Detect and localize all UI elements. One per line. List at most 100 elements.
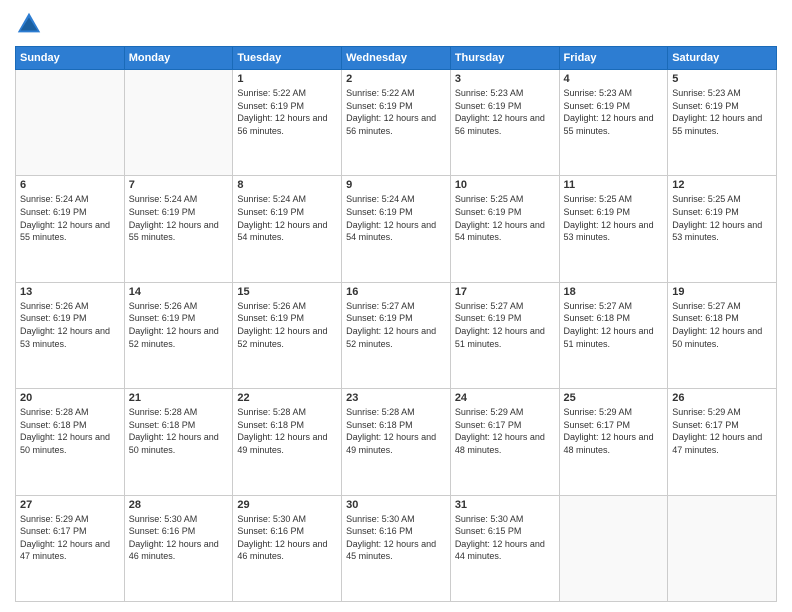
- day-info: Sunrise: 5:25 AMSunset: 6:19 PMDaylight:…: [455, 193, 555, 243]
- day-number: 16: [346, 286, 446, 298]
- day-number: 22: [237, 392, 337, 404]
- calendar-cell: 29 Sunrise: 5:30 AMSunset: 6:16 PMDayligh…: [233, 495, 342, 601]
- day-number: 7: [129, 179, 229, 191]
- day-info: Sunrise: 5:24 AMSunset: 6:19 PMDaylight:…: [20, 193, 120, 243]
- day-number: 14: [129, 286, 229, 298]
- day-info: Sunrise: 5:28 AMSunset: 6:18 PMDaylight:…: [346, 406, 446, 456]
- day-number: 13: [20, 286, 120, 298]
- calendar-cell: 15 Sunrise: 5:26 AMSunset: 6:19 PMDayligh…: [233, 282, 342, 388]
- day-number: 15: [237, 286, 337, 298]
- calendar-cell: 6 Sunrise: 5:24 AMSunset: 6:19 PMDaylight…: [16, 176, 125, 282]
- day-number: 2: [346, 73, 446, 85]
- day-number: 19: [672, 286, 772, 298]
- calendar-cell: 31Sunrise: 5:30 AMSunset: 6:15 PMDayligh…: [450, 495, 559, 601]
- day-number: 20: [20, 392, 120, 404]
- day-info: Sunrise: 5:30 AMSunset: 6:16 PMDaylight:…: [237, 513, 337, 563]
- day-number: 11: [564, 179, 664, 191]
- day-number: 5: [672, 73, 772, 85]
- page: SundayMondayTuesdayWednesdayThursdayFrid…: [0, 0, 792, 612]
- day-number: 21: [129, 392, 229, 404]
- day-number: 18: [564, 286, 664, 298]
- calendar-cell: 27 Sunrise: 5:29 AMSunset: 6:17 PMDayligh…: [16, 495, 125, 601]
- logo-icon: [15, 10, 43, 38]
- calendar-cell: 12 Sunrise: 5:25 AMSunset: 6:19 PMDayligh…: [668, 176, 777, 282]
- day-info: Sunrise: 5:27 AMSunset: 6:18 PMDaylight:…: [564, 300, 664, 350]
- day-info: Sunrise: 5:25 AMSunset: 6:19 PMDaylight:…: [672, 193, 772, 243]
- day-number: 29: [237, 499, 337, 511]
- day-number: 27: [20, 499, 120, 511]
- day-info: Sunrise: 5:26 AMSunset: 6:19 PMDaylight:…: [20, 300, 120, 350]
- calendar-cell: 1Sunrise: 5:22 AMSunset: 6:19 PMDaylight…: [233, 70, 342, 176]
- calendar-cell: 9Sunrise: 5:24 AMSunset: 6:19 PMDaylight…: [342, 176, 451, 282]
- calendar-cell: 21 Sunrise: 5:28 AMSunset: 6:18 PMDayligh…: [124, 389, 233, 495]
- calendar-cell: 14Sunrise: 5:26 AMSunset: 6:19 PMDayligh…: [124, 282, 233, 388]
- day-info: Sunrise: 5:24 AMSunset: 6:19 PMDaylight:…: [237, 193, 337, 243]
- weekday-header-tuesday: Tuesday: [233, 47, 342, 70]
- calendar-cell: 7 Sunrise: 5:24 AMSunset: 6:19 PMDaylight…: [124, 176, 233, 282]
- day-number: 30: [346, 499, 446, 511]
- calendar-cell: 5 Sunrise: 5:23 AMSunset: 6:19 PMDaylight…: [668, 70, 777, 176]
- day-number: 31: [455, 499, 555, 511]
- day-number: 4: [564, 73, 664, 85]
- calendar-cell: 2Sunrise: 5:22 AMSunset: 6:19 PMDaylight…: [342, 70, 451, 176]
- weekday-header-saturday: Saturday: [668, 47, 777, 70]
- calendar-cell: 19 Sunrise: 5:27 AMSunset: 6:18 PMDayligh…: [668, 282, 777, 388]
- day-info: Sunrise: 5:26 AMSunset: 6:19 PMDaylight:…: [237, 300, 337, 350]
- day-info: Sunrise: 5:30 AMSunset: 6:16 PMDaylight:…: [129, 513, 229, 563]
- calendar-week-row: 1Sunrise: 5:22 AMSunset: 6:19 PMDaylight…: [16, 70, 777, 176]
- weekday-header-row: SundayMondayTuesdayWednesdayThursdayFrid…: [16, 47, 777, 70]
- weekday-header-monday: Monday: [124, 47, 233, 70]
- day-number: 10: [455, 179, 555, 191]
- calendar-cell: 20 Sunrise: 5:28 AMSunset: 6:18 PMDayligh…: [16, 389, 125, 495]
- calendar-week-row: 13 Sunrise: 5:26 AMSunset: 6:19 PMDayligh…: [16, 282, 777, 388]
- day-number: 3: [455, 73, 555, 85]
- calendar-cell: 30Sunrise: 5:30 AMSunset: 6:16 PMDayligh…: [342, 495, 451, 601]
- day-info: Sunrise: 5:29 AMSunset: 6:17 PMDaylight:…: [455, 406, 555, 456]
- day-number: 12: [672, 179, 772, 191]
- day-number: 6: [20, 179, 120, 191]
- day-info: Sunrise: 5:25 AMSunset: 6:19 PMDaylight:…: [564, 193, 664, 243]
- day-info: Sunrise: 5:28 AMSunset: 6:18 PMDaylight:…: [129, 406, 229, 456]
- logo: [15, 10, 47, 38]
- day-info: Sunrise: 5:23 AMSunset: 6:19 PMDaylight:…: [564, 87, 664, 137]
- calendar-cell: [668, 495, 777, 601]
- calendar-cell: 4 Sunrise: 5:23 AMSunset: 6:19 PMDaylight…: [559, 70, 668, 176]
- calendar-cell: 23 Sunrise: 5:28 AMSunset: 6:18 PMDayligh…: [342, 389, 451, 495]
- day-info: Sunrise: 5:27 AMSunset: 6:18 PMDaylight:…: [672, 300, 772, 350]
- day-number: 24: [455, 392, 555, 404]
- calendar-cell: 10 Sunrise: 5:25 AMSunset: 6:19 PMDayligh…: [450, 176, 559, 282]
- day-info: Sunrise: 5:29 AMSunset: 6:17 PMDaylight:…: [672, 406, 772, 456]
- header: [15, 10, 777, 38]
- calendar-table: SundayMondayTuesdayWednesdayThursdayFrid…: [15, 46, 777, 602]
- day-number: 1: [237, 73, 337, 85]
- day-number: 26: [672, 392, 772, 404]
- calendar-week-row: 6 Sunrise: 5:24 AMSunset: 6:19 PMDaylight…: [16, 176, 777, 282]
- day-info: Sunrise: 5:27 AMSunset: 6:19 PMDaylight:…: [346, 300, 446, 350]
- calendar-week-row: 20 Sunrise: 5:28 AMSunset: 6:18 PMDayligh…: [16, 389, 777, 495]
- day-info: Sunrise: 5:27 AMSunset: 6:19 PMDaylight:…: [455, 300, 555, 350]
- day-number: 25: [564, 392, 664, 404]
- calendar-cell: [16, 70, 125, 176]
- calendar-cell: 28Sunrise: 5:30 AMSunset: 6:16 PMDayligh…: [124, 495, 233, 601]
- calendar-cell: 13 Sunrise: 5:26 AMSunset: 6:19 PMDayligh…: [16, 282, 125, 388]
- calendar-cell: 3Sunrise: 5:23 AMSunset: 6:19 PMDaylight…: [450, 70, 559, 176]
- day-number: 8: [237, 179, 337, 191]
- calendar-cell: 16 Sunrise: 5:27 AMSunset: 6:19 PMDayligh…: [342, 282, 451, 388]
- calendar-cell: 26 Sunrise: 5:29 AMSunset: 6:17 PMDayligh…: [668, 389, 777, 495]
- day-info: Sunrise: 5:28 AMSunset: 6:18 PMDaylight:…: [20, 406, 120, 456]
- day-info: Sunrise: 5:29 AMSunset: 6:17 PMDaylight:…: [564, 406, 664, 456]
- day-info: Sunrise: 5:24 AMSunset: 6:19 PMDaylight:…: [346, 193, 446, 243]
- calendar-cell: [559, 495, 668, 601]
- calendar-cell: 11 Sunrise: 5:25 AMSunset: 6:19 PMDayligh…: [559, 176, 668, 282]
- day-info: Sunrise: 5:29 AMSunset: 6:17 PMDaylight:…: [20, 513, 120, 563]
- day-info: Sunrise: 5:23 AMSunset: 6:19 PMDaylight:…: [672, 87, 772, 137]
- weekday-header-sunday: Sunday: [16, 47, 125, 70]
- day-info: Sunrise: 5:24 AMSunset: 6:19 PMDaylight:…: [129, 193, 229, 243]
- calendar-cell: 25 Sunrise: 5:29 AMSunset: 6:17 PMDayligh…: [559, 389, 668, 495]
- calendar-cell: 17 Sunrise: 5:27 AMSunset: 6:19 PMDayligh…: [450, 282, 559, 388]
- weekday-header-friday: Friday: [559, 47, 668, 70]
- day-number: 23: [346, 392, 446, 404]
- calendar-cell: 22Sunrise: 5:28 AMSunset: 6:18 PMDayligh…: [233, 389, 342, 495]
- day-number: 17: [455, 286, 555, 298]
- calendar-cell: [124, 70, 233, 176]
